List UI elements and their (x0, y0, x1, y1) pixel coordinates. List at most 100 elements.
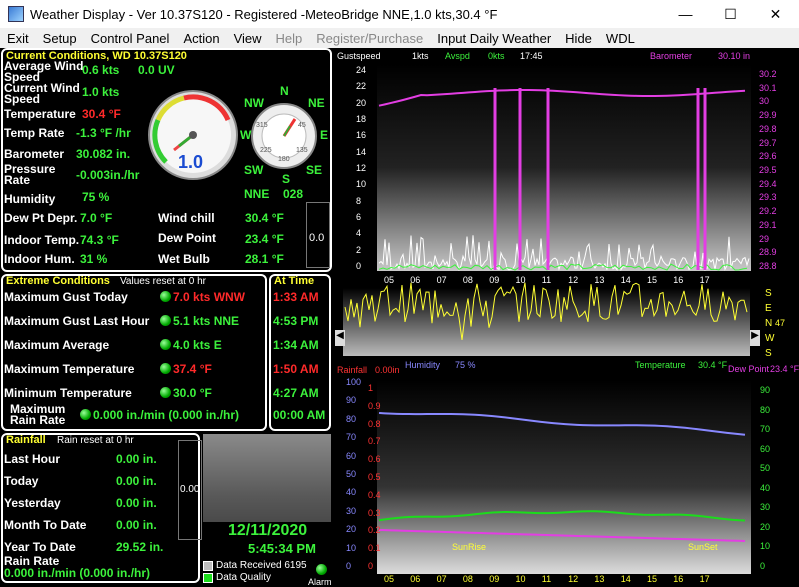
compass-ne: NE (308, 96, 325, 110)
solar-box-value: 0.0 (309, 232, 325, 244)
bottom-humidity-tick: 10 (346, 542, 357, 553)
scroll-left-arrow[interactable]: ◀ (335, 330, 345, 346)
compass-tick-225: 225 (260, 147, 272, 154)
top-left-tick: 24 (356, 65, 367, 75)
top-right-tick: 29.1 (759, 219, 777, 230)
top-right-tick: 29.6 (759, 151, 777, 162)
bottom-x-tick: 13 (594, 574, 605, 584)
top-left-tick: 18 (356, 114, 367, 124)
menu-setup[interactable]: Setup (36, 31, 84, 46)
bottom-x-tick: 09 (489, 574, 500, 584)
extreme-header: Extreme Conditions (6, 275, 110, 287)
bottom-x-tick: 14 (620, 574, 631, 584)
bottom-rain-tick: 0.2 (368, 525, 381, 536)
bottom-rain-tick: 0.3 (368, 507, 381, 518)
data-received-label: Data Received 6195 (216, 560, 307, 571)
menu-hide[interactable]: Hide (558, 31, 599, 46)
bottom-temp-tick: 10 (760, 541, 771, 552)
wind-chill-label: Wind chill (158, 211, 215, 225)
indoor-humidity-value: 31 % (80, 252, 108, 266)
top-x-tick: 08 (462, 275, 473, 285)
menu-action[interactable]: Action (176, 31, 226, 46)
bottom-humidity-tick: 90 (346, 395, 357, 406)
menu-exit[interactable]: Exit (0, 31, 36, 46)
rain-row-value: 0.00 in. (116, 518, 157, 532)
rain-row-value: 0.00 in. (116, 452, 157, 466)
bottom-x-tick: 07 (436, 574, 447, 584)
top-right-tick: 30.1 (759, 82, 777, 93)
barometer-label: Barometer (4, 147, 65, 161)
top-right-tick: 29.3 (759, 192, 777, 203)
extreme-row-indicator[interactable] (80, 409, 91, 420)
wet-bulb-label: Wet Bulb (158, 252, 210, 266)
bottom-x-tick: 12 (568, 574, 579, 584)
uv-value: 0.0 UV (138, 63, 175, 77)
charts-svg (335, 48, 799, 586)
alarm-indicator[interactable] (316, 564, 327, 575)
rain-row-label: Month To Date (4, 518, 87, 532)
dew-point-chart-label: Dew Point (728, 364, 770, 374)
bottom-x-tick: 16 (673, 574, 684, 584)
maximize-button[interactable]: ☐ (708, 0, 753, 28)
humidity-chart-value: 75 % (455, 360, 476, 370)
extreme-row-indicator[interactable] (160, 363, 171, 374)
bottom-rain-tick: 0.7 (368, 436, 381, 447)
extreme-row-label: Maximum Gust Today (4, 290, 128, 304)
extreme-row-value: 4.0 kts E (173, 338, 222, 352)
at-time-header: At Time (274, 275, 315, 287)
top-left-tick: 4 (356, 228, 362, 239)
extreme-row-indicator[interactable] (160, 339, 171, 350)
extreme-row-value: 30.0 °F (173, 386, 212, 400)
menu-input-daily-weather[interactable]: Input Daily Weather (430, 31, 558, 46)
top-x-tick: 11 (541, 275, 552, 285)
dew-point-label: Dew Point (158, 231, 217, 245)
close-button[interactable]: ✕ (753, 0, 798, 28)
pressure-rate-label: Pressure Rate (4, 162, 56, 187)
current-wind-label: Current Wind Speed (4, 81, 80, 106)
menu-bar: Exit Setup Control Panel Action View Hel… (0, 28, 799, 48)
extreme-row-label: Maximum Temperature (4, 362, 135, 376)
extreme-subheader: Values reset at 0 hr (120, 276, 206, 287)
top-right-tick: 30.2 (759, 69, 777, 79)
window-title: Weather Display - Ver 10.37S120 - Regist… (30, 6, 498, 22)
extreme-row-indicator[interactable] (160, 387, 171, 398)
humidity-chart-label: Humidity (405, 360, 441, 370)
time-display: 5:45:34 PM (248, 541, 316, 556)
date-display: 12/11/2020 (228, 522, 308, 539)
menu-view[interactable]: View (227, 31, 269, 46)
avg-wind-label: Average Wind Speed (4, 59, 84, 84)
scroll-right-arrow[interactable]: ▶ (750, 330, 760, 346)
extreme-row-label: Maximum Rain Rate (10, 402, 66, 427)
menu-help[interactable]: Help (269, 31, 310, 46)
extreme-row-indicator[interactable] (160, 315, 171, 326)
bottom-rain-tick: 0.8 (368, 418, 381, 429)
extreme-row-value: 0.000 in./min (0.000 in./hr) (93, 408, 240, 422)
top-right-tick: 30 (759, 96, 770, 107)
menu-wdl[interactable]: WDL (599, 31, 642, 46)
top-right-tick: 29 (759, 233, 770, 244)
extreme-row-indicator[interactable] (160, 291, 171, 302)
menu-control-panel[interactable]: Control Panel (84, 31, 177, 46)
bottom-humidity-tick: 100 (346, 377, 362, 387)
extreme-row-label: Maximum Gust Last Hour (4, 314, 150, 328)
gust-value: 1kts (412, 51, 429, 61)
avg-speed-label: Avspd (445, 51, 470, 61)
bottom-x-tick: 15 (647, 574, 658, 584)
bottom-x-tick: 11 (541, 574, 552, 584)
wind-dir-axis-letter: N (765, 318, 773, 329)
top-x-tick: 15 (647, 275, 658, 285)
temperature-chart-label: Temperature (635, 360, 686, 370)
bottom-humidity-tick: 50 (346, 469, 357, 479)
bottom-temp-tick: 80 (760, 404, 771, 415)
rain-row-value: 0.00 in. (116, 474, 157, 488)
minimize-button[interactable]: — (663, 0, 708, 28)
temperature-chart-value: 30.4 °F (698, 360, 728, 370)
bottom-humidity-tick: 40 (346, 487, 357, 498)
bottom-temp-tick: 50 (760, 463, 771, 474)
humidity-value: 75 % (82, 190, 110, 204)
top-left-tick: 10 (356, 179, 367, 190)
bottom-temp-tick: 40 (760, 482, 771, 493)
wind-dir-axis-letter: S (765, 288, 772, 299)
compass-n: N (280, 84, 289, 98)
barometer-chart-value: 30.10 in (718, 51, 751, 61)
